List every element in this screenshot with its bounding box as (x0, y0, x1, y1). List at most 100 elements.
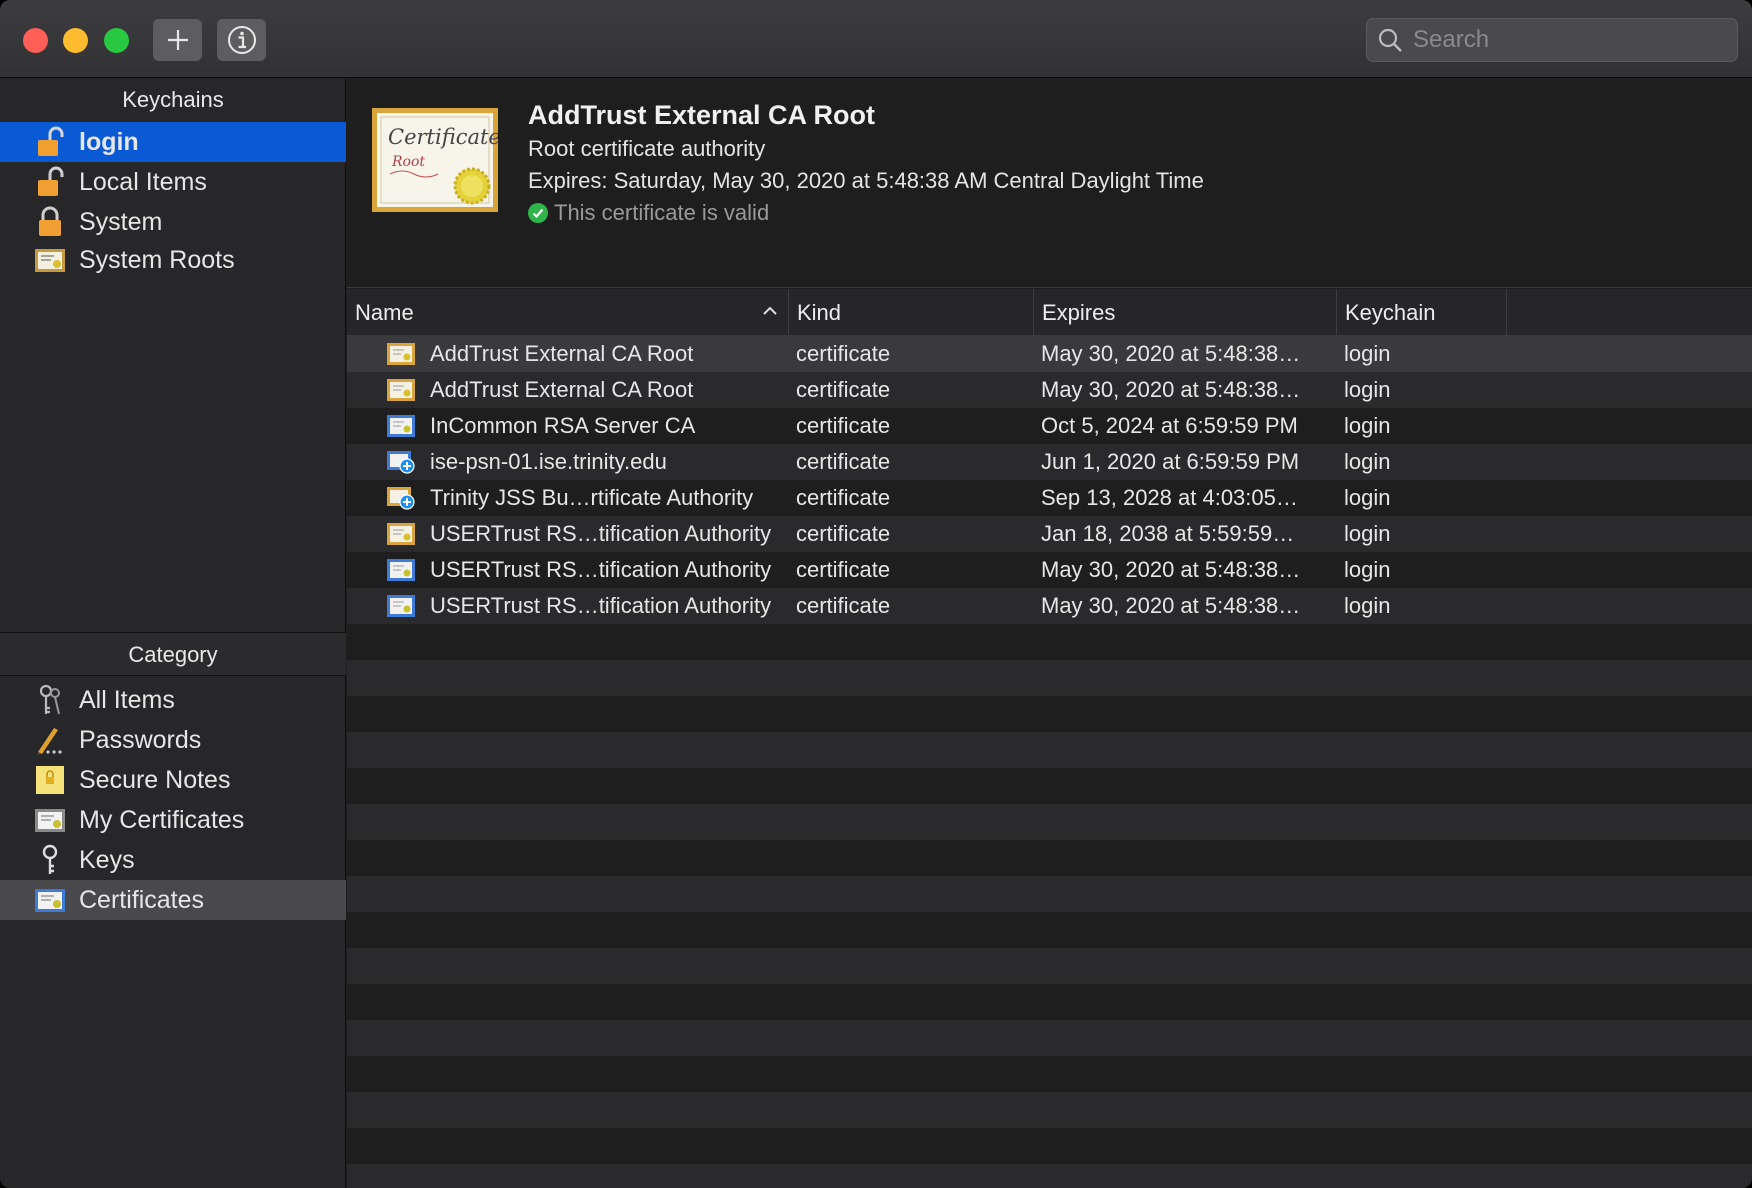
row-keychain: login (1344, 449, 1391, 474)
table-row[interactable]: AddTrust External CA Root certificate Ma… (347, 336, 1752, 372)
add-item-button[interactable] (153, 19, 202, 61)
row-expires: May 30, 2020 at 5:48:38… (1041, 593, 1301, 618)
empty-row (347, 1128, 1752, 1164)
certificate-cabinet-icon (34, 244, 66, 276)
intermediate-certificate-icon (387, 559, 415, 581)
certificate-script-text: Certificate (388, 125, 498, 149)
sidebar-item-label: Local Items (79, 168, 207, 196)
search-icon (1378, 28, 1402, 52)
sidebar-item-label: System (79, 208, 163, 236)
certificate-icon (34, 884, 66, 916)
empty-row (347, 876, 1752, 912)
row-kind: certificate (796, 521, 891, 546)
row-expires: Sep 13, 2028 at 4:03:05… (1041, 485, 1298, 510)
empty-row (347, 1164, 1752, 1188)
minimize-window-button[interactable] (63, 28, 88, 53)
table-row[interactable]: USERTrust RS…tification Authority certif… (347, 516, 1752, 552)
sidebar-item-my-certificates[interactable]: My Certificates (0, 800, 346, 840)
row-keychain: login (1344, 377, 1391, 402)
row-name: Trinity JSS Bu…rtificate Authority (430, 485, 754, 510)
certificate-subtitle: Root certificate authority (528, 136, 766, 161)
sidebar-item-secure-notes[interactable]: Secure Notes (0, 760, 346, 800)
unlocked-padlock-icon (34, 126, 66, 158)
row-name: ise-psn-01.ise.trinity.edu (430, 449, 667, 474)
empty-row (347, 624, 1752, 660)
row-keychain: login (1344, 485, 1391, 510)
search-field[interactable] (1366, 18, 1738, 62)
certificate-status: This certificate is valid (528, 200, 769, 226)
keychains-header: Keychains (122, 87, 224, 112)
row-expires: Jun 1, 2020 at 6:59:59 PM (1041, 449, 1300, 474)
sidebar-item-system[interactable]: System (0, 202, 346, 242)
sidebar-item-passwords[interactable]: Passwords (0, 720, 346, 760)
empty-row (347, 804, 1752, 840)
root-certificate-icon (387, 523, 415, 545)
certificate-script-text: Root (391, 154, 425, 170)
trusted-certificate-plus-icon (387, 451, 415, 474)
trusted-root-certificate-plus-icon (387, 487, 415, 510)
plus-icon (167, 30, 188, 50)
empty-row (347, 660, 1752, 696)
empty-row (347, 696, 1752, 732)
sidebar-item-local-items[interactable]: Local Items (0, 162, 346, 202)
checkmark-icon (528, 203, 548, 223)
pencil-icon (34, 724, 66, 756)
sidebar-item-label: Keys (79, 846, 135, 874)
row-keychain: login (1344, 521, 1391, 546)
intermediate-certificate-icon (387, 415, 415, 437)
table-row[interactable]: ise-psn-01.ise.trinity.edu certificate J… (347, 444, 1752, 480)
empty-row (347, 1056, 1752, 1092)
row-expires: Jan 18, 2038 at 5:59:59… (1041, 521, 1295, 546)
sidebar-item-system-roots[interactable]: System Roots (0, 240, 346, 280)
row-name: AddTrust External CA Root (430, 341, 694, 366)
column-header-expires[interactable]: Expires (1034, 289, 1337, 336)
empty-row (347, 948, 1752, 984)
search-input[interactable] (1413, 26, 1713, 54)
items-table: Name Kind Expires Keychain AddTrust Exte… (347, 289, 1752, 1188)
row-kind: certificate (796, 413, 891, 438)
column-header-label: Expires (1042, 300, 1116, 325)
category-header: Category (0, 632, 346, 676)
certificate-expiration: Expires: Saturday, May 30, 2020 at 5:48:… (528, 168, 1204, 193)
get-info-button[interactable] (217, 19, 266, 61)
sidebar-item-label: login (79, 128, 139, 156)
row-expires: May 30, 2020 at 5:48:38… (1041, 557, 1301, 582)
sidebar-item-certificates[interactable]: Certificates (0, 880, 346, 920)
row-kind: certificate (796, 377, 891, 402)
sidebar-item-label: All Items (79, 686, 175, 714)
sidebar-item-label: Secure Notes (79, 766, 231, 794)
sidebar-item-all-items[interactable]: All Items (0, 680, 346, 720)
table-row[interactable]: AddTrust External CA Root certificate Ma… (347, 372, 1752, 408)
large-certificate-icon: Certificate Root (372, 108, 501, 212)
table-body: AddTrust External CA Root certificate Ma… (347, 336, 1752, 1188)
row-name: USERTrust RS…tification Authority (430, 593, 772, 618)
zoom-window-button[interactable] (104, 28, 129, 53)
sidebar-item-label: Passwords (79, 726, 202, 754)
column-header-keychain[interactable]: Keychain (1337, 289, 1507, 336)
note-icon (34, 764, 66, 796)
intermediate-certificate-icon (387, 595, 415, 617)
column-header-kind[interactable]: Kind (789, 289, 1034, 336)
empty-row (347, 912, 1752, 948)
table-row[interactable]: Trinity JSS Bu…rtificate Authority certi… (347, 480, 1752, 516)
column-header-name[interactable]: Name (347, 289, 789, 336)
row-name: USERTrust RS…tification Authority (430, 557, 772, 582)
row-kind: certificate (796, 593, 891, 618)
certificate-status-text: This certificate is valid (554, 200, 770, 225)
row-kind: certificate (796, 485, 891, 510)
row-keychain: login (1344, 593, 1391, 618)
table-header: Name Kind Expires Keychain (347, 289, 1752, 336)
empty-row (347, 732, 1752, 768)
row-keychain: login (1344, 557, 1391, 582)
empty-row (347, 984, 1752, 1020)
row-kind: certificate (796, 557, 891, 582)
table-row[interactable]: InCommon RSA Server CA certificate Oct 5… (347, 408, 1752, 444)
sort-ascending-icon (763, 306, 777, 315)
close-window-button[interactable] (23, 28, 48, 53)
sidebar-item-keys[interactable]: Keys (0, 840, 346, 880)
table-row[interactable]: USERTrust RS…tification Authority certif… (347, 552, 1752, 588)
column-header-label: Name (355, 300, 414, 325)
table-row[interactable]: USERTrust RS…tification Authority certif… (347, 588, 1752, 624)
sidebar-item-login[interactable]: login (0, 122, 346, 162)
sidebar: Keychains login Local Items System Syste… (0, 78, 346, 1188)
